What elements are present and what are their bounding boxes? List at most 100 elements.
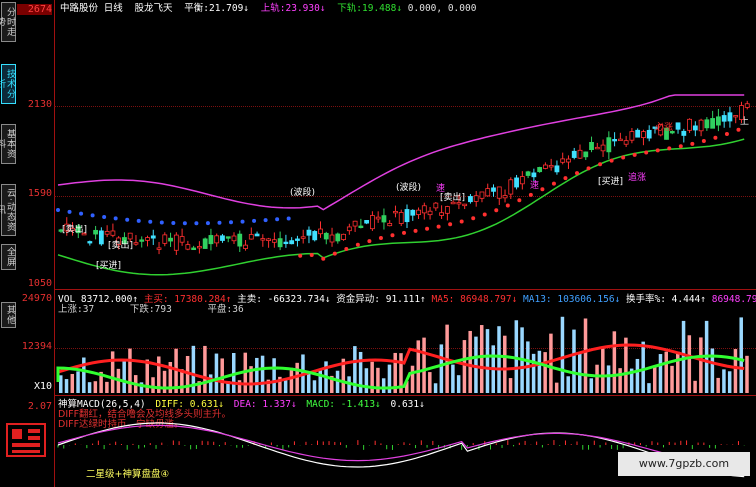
volume-bar [589,378,594,393]
volume-bar [543,352,547,393]
candle-body [404,209,410,223]
candle-body [271,239,277,243]
candle-body [496,186,502,199]
stop-dot [713,135,718,140]
volume-bar [583,318,588,393]
candle-body [577,149,583,159]
stop-dot [159,220,164,225]
candle-body [485,188,491,197]
stop-dot [79,211,84,216]
stop-dot [102,214,107,219]
volume-bar [82,357,86,393]
stop-dot [563,176,568,181]
stock-chart: [卖出][卖出][买进](波段) (波段)[卖出][买进]速 速追涨必涨上 [56,94,750,478]
volume-bar [658,354,663,393]
stop-dot [448,222,453,227]
candle-body [635,129,641,138]
signal-wave-label: (波段) [290,186,315,198]
signal-buy-label: [买进] [598,176,623,187]
volume-bar [739,317,743,393]
candle-body [508,179,514,195]
stop-dot [505,203,510,208]
candle-body [191,247,197,251]
stop-dot [471,216,476,221]
candle-body [612,139,617,142]
volume-bar [549,333,553,393]
volume-bar [745,355,749,393]
volume-bar [122,359,126,393]
candle-body [589,142,594,151]
stop-dot [655,148,660,153]
volume-bar [554,382,559,393]
stop-dot [136,218,141,223]
volume-bar [537,350,542,393]
volume-bar [87,382,92,393]
stop-dot [113,216,118,221]
candle-body [721,115,727,122]
volume-bar [612,331,617,393]
signal-wave-label: (波段) [396,181,421,193]
stop-dot [425,226,430,231]
stop-dot [367,239,372,244]
volume-bar [318,369,322,393]
volume-bar [508,378,513,393]
stop-dot [517,198,522,203]
stop-dot [90,213,95,218]
volume-bar [635,358,640,393]
stop-dot [575,171,579,176]
volume-bar [485,329,490,393]
volume-bar [560,316,565,393]
candle-body [104,231,110,235]
candle-body [462,203,468,207]
volume-bar [70,373,75,393]
candle-body [300,236,306,239]
volume-bar [462,340,467,393]
volume-bar [422,337,426,393]
candle-body [127,232,133,240]
volume-bar [641,341,645,393]
volume-bar [601,346,605,393]
stop-dot [667,146,672,151]
candle-body [277,238,283,248]
stop-dot [528,192,533,197]
stop-dot [56,208,60,212]
candle-body [594,146,600,150]
volume-bar [214,353,219,393]
volume-bar [416,340,421,393]
candle-body [237,233,243,247]
candle-body [254,233,260,237]
candle-body [744,103,750,108]
stop-dot [240,219,245,224]
volume-bar [381,378,386,393]
candle-body [214,235,220,244]
candle-body [133,242,139,245]
candle-body [444,206,450,214]
volume-bar [699,337,703,393]
volume-bar [208,374,213,393]
volume-bar [283,380,288,393]
candle-body [196,246,202,249]
volume-bar [260,355,265,393]
stop-dot [171,220,176,225]
candle-body [468,196,473,203]
volume-bar [497,326,501,393]
stop-dot [724,132,729,137]
candle-body [323,232,329,240]
signal-must-label: 必涨 [655,121,673,133]
candle-body [704,119,710,129]
stop-dot [355,242,360,247]
volume-bar [151,377,155,393]
candle-body [369,215,375,230]
volume-bar [439,344,444,393]
candle-body [675,122,681,130]
candle-body [600,144,606,152]
volume-bar [474,336,478,393]
volume-bar [312,380,317,393]
candle-body [519,176,525,185]
candle-body [335,233,341,242]
logo-badge-icon [6,423,46,457]
volume-bar [364,368,369,393]
candle-body [346,226,352,232]
candle-body [727,112,733,122]
stop-dot [736,127,741,132]
